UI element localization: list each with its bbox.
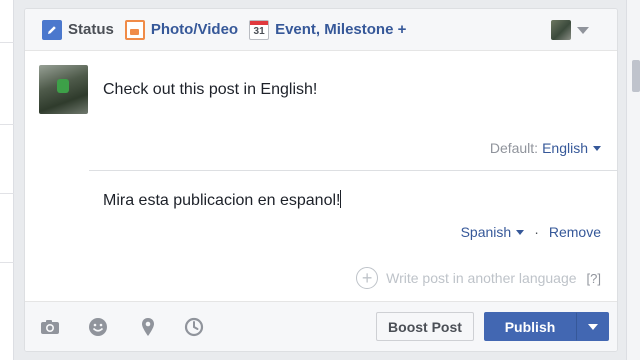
chevron-down-icon[interactable]	[593, 145, 601, 151]
left-column	[0, 0, 14, 360]
composer-tabs: Status Photo/Video 31 Event, Milestone +	[25, 9, 617, 51]
audience-selector[interactable]	[551, 20, 589, 40]
divider	[0, 193, 14, 194]
scrollbar-thumb[interactable]	[632, 60, 640, 92]
smiley-icon[interactable]	[88, 317, 108, 337]
page-avatar	[551, 20, 571, 40]
default-language-dropdown[interactable]: English	[542, 140, 588, 156]
translation-text: Mira esta publicacion en espanol!	[103, 192, 341, 209]
divider	[0, 42, 14, 43]
plus-icon: +	[356, 267, 379, 289]
add-language-row[interactable]: + Write post in another language [?]	[356, 267, 601, 289]
tab-label: Status	[68, 21, 114, 38]
tab-status[interactable]: Status	[42, 19, 114, 40]
default-language-label: Default:	[489, 140, 539, 156]
separator: ·	[534, 224, 539, 240]
tab-label: Event, Milestone +	[275, 21, 407, 38]
tab-photo-video[interactable]: Photo/Video	[124, 19, 239, 40]
avatar	[39, 65, 88, 114]
composer-footer: Boost Post Publish	[25, 301, 617, 351]
chevron-down-icon	[577, 26, 589, 34]
location-pin-icon[interactable]	[138, 317, 158, 337]
divider	[0, 262, 14, 263]
default-language-selector: Default: English	[490, 140, 601, 156]
tab-label: Photo/Video	[150, 21, 239, 38]
boost-post-button[interactable]: Boost Post	[376, 312, 474, 341]
divider	[89, 170, 617, 171]
translation-text-input[interactable]: Mira esta publicacion en espanol!	[103, 190, 342, 210]
divider	[0, 124, 14, 125]
post-text-input[interactable]: Check out this post in English!	[103, 81, 317, 99]
chevron-down-icon[interactable]	[516, 229, 525, 235]
translation-language-dropdown[interactable]: Spanish	[461, 224, 512, 240]
remove-translation-link[interactable]: Remove	[549, 224, 601, 240]
calendar-icon: 31	[249, 19, 270, 40]
publish-options-button[interactable]	[576, 312, 609, 341]
text-cursor	[340, 190, 342, 208]
camera-icon[interactable]	[40, 317, 60, 337]
help-link[interactable]: [?]	[587, 271, 601, 286]
translation-actions: Spanish · Remove	[461, 224, 601, 240]
right-column	[626, 0, 640, 360]
clock-icon[interactable]	[184, 317, 204, 337]
publish-button[interactable]: Publish	[484, 312, 576, 341]
pencil-icon	[42, 19, 62, 40]
photo-icon	[124, 19, 145, 40]
chevron-down-icon	[587, 323, 598, 330]
post-composer: Status Photo/Video 31 Event, Milestone +…	[24, 8, 618, 352]
tab-event-milestone[interactable]: 31 Event, Milestone +	[249, 19, 407, 40]
add-language-link[interactable]: Write post in another language	[386, 270, 576, 286]
